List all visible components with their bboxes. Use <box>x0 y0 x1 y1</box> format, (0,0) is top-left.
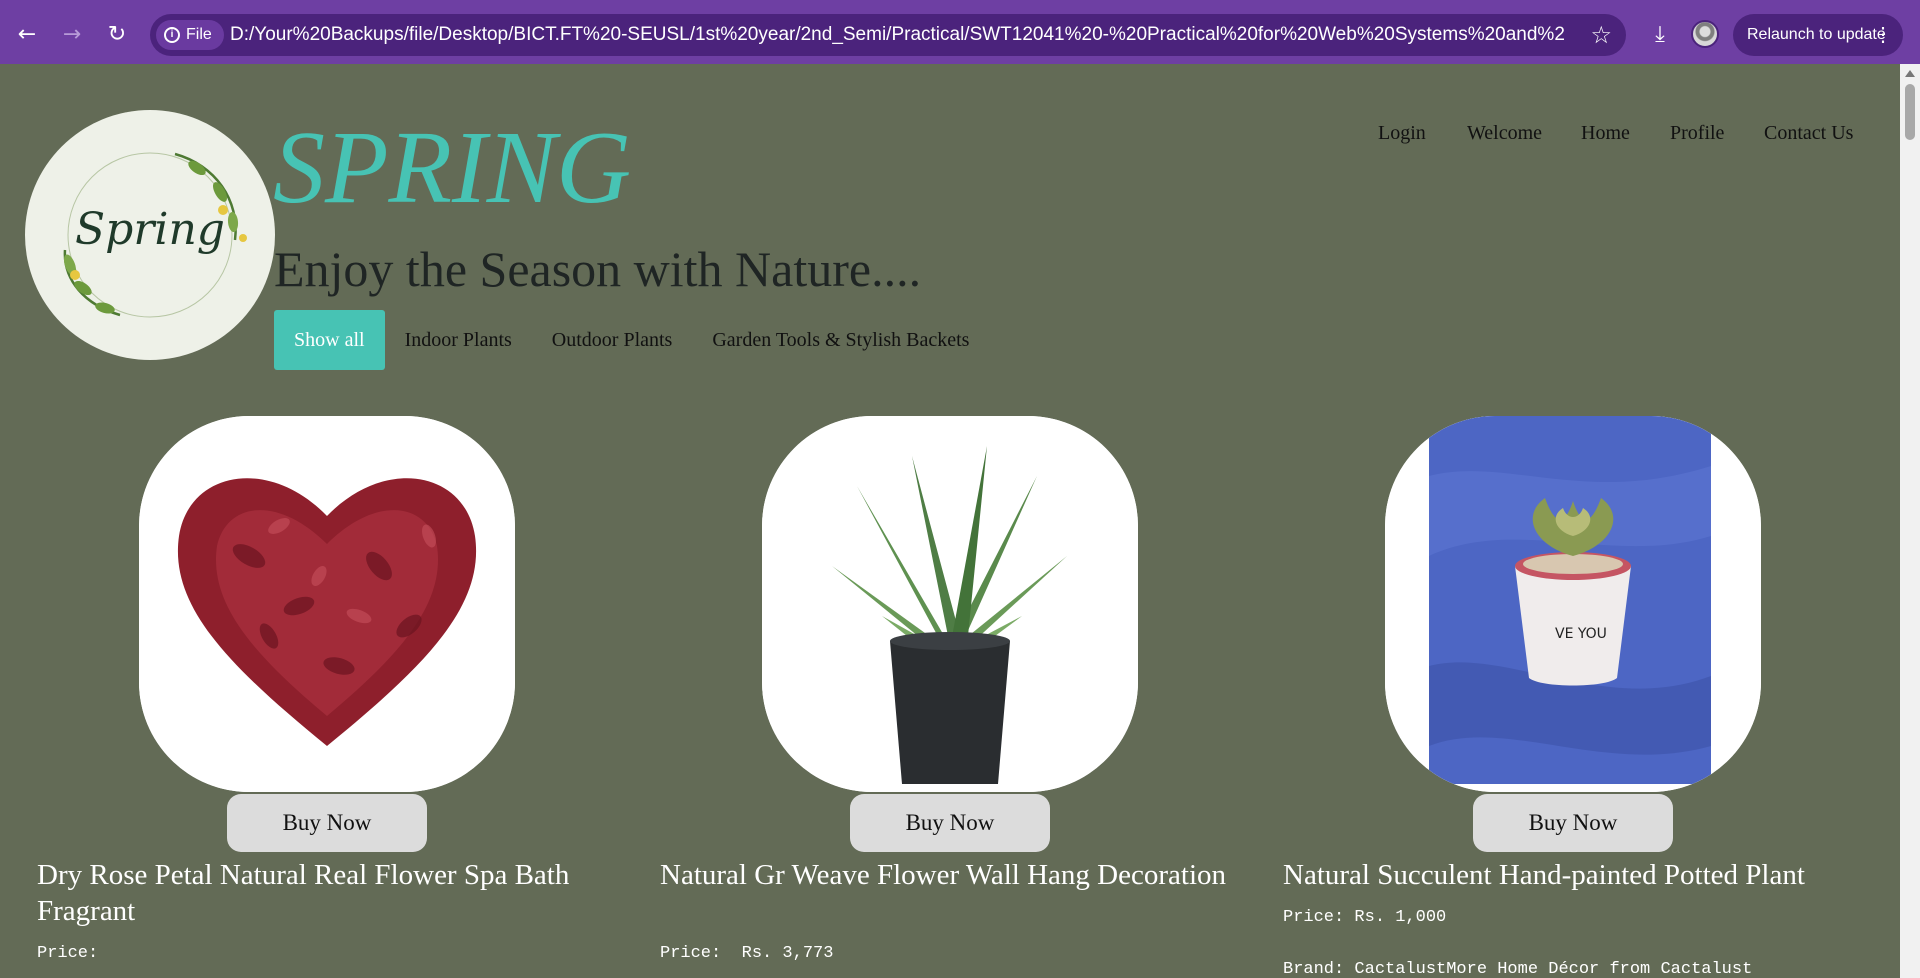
filter-outdoor-plants[interactable]: Outdoor Plants <box>532 310 693 370</box>
more-menu-icon[interactable]: ⋮ <box>1873 14 1893 56</box>
url-text[interactable]: D:/Your%20Backups/file/Desktop/BICT.FT%2… <box>230 14 1565 56</box>
vertical-scrollbar[interactable] <box>1900 64 1920 978</box>
nav-contact-us[interactable]: Contact Us <box>1764 122 1853 145</box>
browser-toolbar: ← → ↻ i File D:/Your%20Backups/file/Desk… <box>0 0 1920 70</box>
category-filters: Show all Indoor Plants Outdoor Plants Ga… <box>274 310 989 370</box>
product-image-agave-plant[interactable] <box>762 416 1138 792</box>
scrollbar-thumb[interactable] <box>1905 84 1915 140</box>
buy-now-button[interactable]: Buy Now <box>850 794 1050 852</box>
product-title: Dry Rose Petal Natural Real Flower Spa B… <box>37 859 570 927</box>
web-page: Spring SPRING Enjoy the Season with Natu… <box>0 64 1900 978</box>
profile-avatar[interactable] <box>1691 20 1719 48</box>
product-price: Price: Rs. 3,773 <box>660 944 833 963</box>
site-info-label: File <box>186 26 212 43</box>
reload-icon[interactable]: ↻ <box>100 18 134 52</box>
product-price-label: Price: <box>1283 908 1345 927</box>
product-price-label: Price: <box>660 944 722 963</box>
product-price-value: Rs. 1,000 <box>1354 908 1447 927</box>
relaunch-label: Relaunch to update <box>1747 26 1886 43</box>
logo-text: Spring <box>75 204 225 255</box>
back-arrow-icon[interactable]: ← <box>10 18 44 52</box>
address-bar[interactable]: i File D:/Your%20Backups/file/Desktop/BI… <box>150 14 1626 56</box>
filter-garden-tools[interactable]: Garden Tools & Stylish Backets <box>692 310 989 370</box>
bookmark-star-icon[interactable]: ☆ <box>1590 21 1612 49</box>
svg-text:VE YOU: VE YOU <box>1555 626 1607 642</box>
nav-profile[interactable]: Profile <box>1670 122 1724 145</box>
nav-home[interactable]: Home <box>1581 122 1630 145</box>
product-title: Natural Succulent Hand-painted Potted Pl… <box>1283 859 1805 891</box>
download-icon[interactable]: ⤓ <box>1643 18 1677 52</box>
nav-login[interactable]: Login <box>1378 122 1426 145</box>
filter-indoor-plants[interactable]: Indoor Plants <box>385 310 532 370</box>
product-image-rose-petals[interactable] <box>139 416 515 792</box>
site-title: SPRING <box>273 110 632 225</box>
filter-show-all[interactable]: Show all <box>274 310 385 370</box>
product-brand: Brand: CactalustMore Home Décor from Cac… <box>1283 960 1753 978</box>
product-price-value: Rs. 3,773 <box>741 944 834 963</box>
scroll-up-arrow-icon[interactable] <box>1905 70 1915 77</box>
product-image-succulent-pot[interactable]: VE YOU <box>1385 416 1761 792</box>
nav-welcome[interactable]: Welcome <box>1467 122 1542 145</box>
buy-now-button[interactable]: Buy Now <box>1473 794 1673 852</box>
buy-now-button[interactable]: Buy Now <box>227 794 427 852</box>
forward-arrow-icon[interactable]: → <box>55 18 89 52</box>
product-price: Price: Rs. 1,000 <box>1283 908 1446 927</box>
info-icon: i <box>164 27 180 43</box>
site-logo: Spring <box>25 110 275 360</box>
product-title: Natural Gr Weave Flower Wall Hang Decora… <box>660 859 1227 891</box>
product-price-label: Price: <box>37 944 99 963</box>
site-info-chip[interactable]: i File <box>156 20 224 50</box>
site-tagline: Enjoy the Season with Nature.... <box>274 241 922 297</box>
relaunch-button[interactable]: Relaunch to update ⋮ <box>1733 14 1903 56</box>
